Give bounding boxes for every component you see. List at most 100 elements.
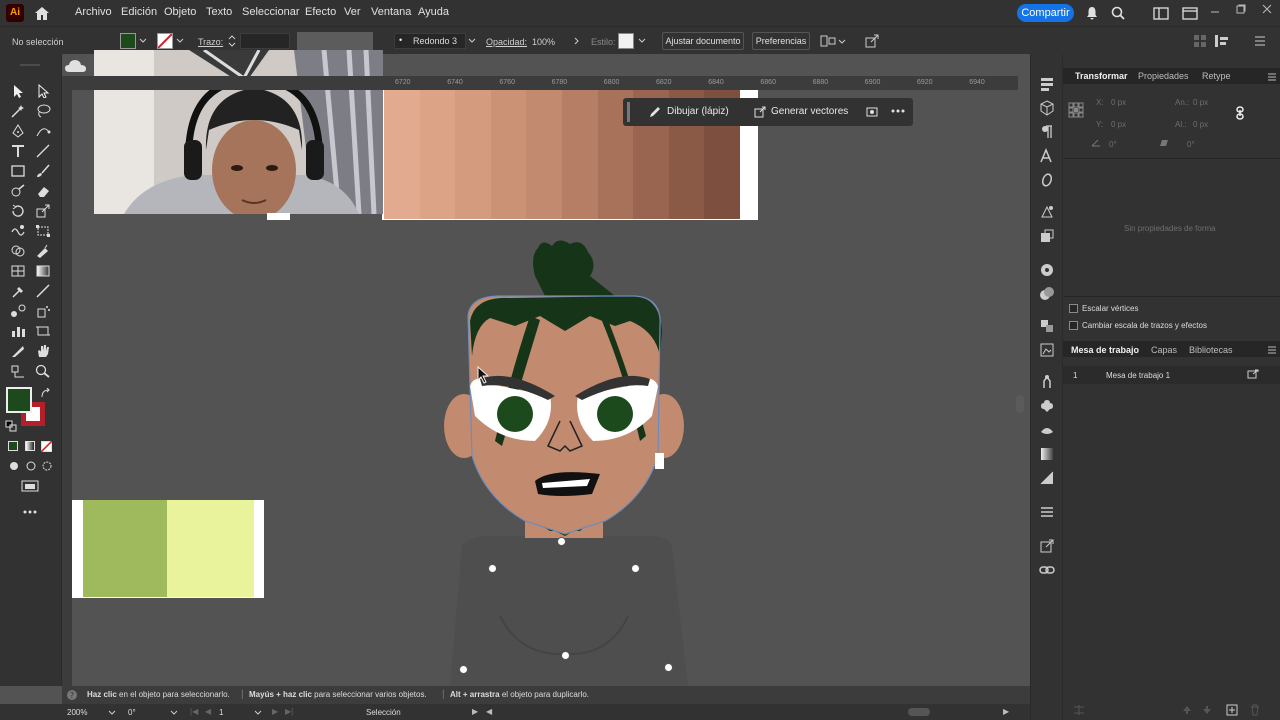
chevron-down-icon[interactable]	[170, 710, 178, 715]
scale-vertices-checkbox[interactable]	[1069, 304, 1078, 313]
menu-archivo[interactable]: Archivo	[75, 6, 112, 18]
menu-ver[interactable]: Ver	[344, 6, 361, 18]
tab-retype[interactable]: Retype	[1202, 71, 1231, 81]
shape-builder-icon[interactable]	[10, 244, 26, 258]
swatch-yellow[interactable]	[167, 500, 254, 597]
swatch-green[interactable]	[83, 500, 167, 597]
help-icon[interactable]: ?	[66, 689, 78, 701]
tab-transformar[interactable]: Transformar	[1075, 71, 1128, 81]
grid-icon[interactable]	[1193, 34, 1207, 48]
fill-color-box[interactable]	[6, 387, 32, 413]
color-guide-icon[interactable]	[1039, 262, 1055, 278]
stroke-weight-input[interactable]	[240, 33, 290, 49]
menu-objeto[interactable]: Objeto	[164, 6, 196, 18]
chevron-down-icon[interactable]	[139, 38, 147, 44]
live-paint-icon[interactable]	[35, 244, 51, 258]
skin-swatch[interactable]	[526, 90, 563, 219]
chevron-down-icon[interactable]	[638, 38, 646, 44]
shear-value[interactable]: 0°	[1187, 140, 1195, 149]
skin-swatch[interactable]	[562, 90, 598, 219]
symbol-sprayer-icon[interactable]	[35, 304, 51, 318]
panel-collapse-icon[interactable]	[0, 59, 62, 71]
brushes-icon[interactable]	[1039, 422, 1055, 438]
artboard-options-icon[interactable]	[1247, 369, 1259, 379]
tab-capas[interactable]: Capas	[1151, 345, 1177, 355]
3d-icon[interactable]	[1039, 100, 1055, 116]
adjust-document-button[interactable]: Ajustar documento	[662, 32, 744, 50]
new-artboard-icon[interactable]	[1226, 704, 1238, 716]
next-artboard-icon[interactable]: ▶	[272, 707, 278, 716]
mode-next-icon[interactable]: ▶	[472, 707, 478, 716]
paragraph-icon[interactable]	[1039, 124, 1055, 140]
distribute-icon[interactable]	[1214, 34, 1230, 48]
anchor-handle[interactable]	[557, 537, 566, 546]
chevron-down-icon[interactable]	[108, 710, 116, 715]
column-graph-icon[interactable]	[10, 324, 26, 338]
type-tool-icon[interactable]	[10, 144, 26, 158]
stroke-swatch[interactable]	[157, 33, 173, 49]
panel-menu-icon[interactable]	[1254, 35, 1266, 47]
more-tools-icon[interactable]	[22, 509, 38, 515]
tab-mesa-de-trabajo[interactable]: Mesa de trabajo	[1071, 345, 1139, 355]
opentype-icon[interactable]	[1039, 172, 1055, 188]
tab-bibliotecas[interactable]: Bibliotecas	[1189, 345, 1233, 355]
first-artboard-icon[interactable]: |◀	[190, 707, 198, 716]
anchor-handle[interactable]	[488, 564, 497, 573]
horizontal-scrollbar[interactable]	[908, 708, 930, 716]
image-trace-icon[interactable]	[1039, 342, 1055, 358]
magic-wand-icon[interactable]	[10, 104, 26, 118]
pen-tool-icon[interactable]	[10, 124, 26, 138]
chevron-down-icon[interactable]	[176, 38, 184, 44]
drag-handle[interactable]	[627, 102, 630, 122]
draw-normal-icon[interactable]	[8, 460, 20, 472]
menu-texto[interactable]: Texto	[206, 6, 232, 18]
style-swatch[interactable]	[618, 33, 634, 49]
more-options-icon[interactable]	[891, 109, 905, 113]
anchor-handle[interactable]	[459, 665, 468, 674]
last-artboard-icon[interactable]: ▶|	[285, 707, 293, 716]
free-transform-icon[interactable]	[35, 224, 51, 238]
scale-tool-icon[interactable]	[35, 204, 51, 218]
menu-edicion[interactable]: Edición	[121, 6, 157, 18]
gradient-tool-icon[interactable]	[35, 264, 51, 278]
character-icon[interactable]	[1039, 148, 1055, 164]
stepper-icon[interactable]	[228, 34, 236, 48]
previous-artboard-icon[interactable]: ◀	[205, 707, 211, 716]
menu-efecto[interactable]: Efecto	[305, 6, 336, 18]
export-icon[interactable]	[1039, 538, 1055, 554]
lasso-icon[interactable]	[35, 104, 51, 118]
links-icon[interactable]	[1039, 562, 1055, 578]
line-tool-icon[interactable]	[35, 144, 51, 158]
isolate-icon[interactable]	[865, 34, 879, 48]
chevron-down-icon[interactable]	[254, 710, 262, 715]
draw-behind-icon[interactable]	[25, 460, 37, 472]
home-icon[interactable]	[32, 4, 52, 22]
fill-swatch[interactable]	[120, 33, 136, 49]
eraser-tool-icon[interactable]	[35, 184, 51, 198]
gradient-panel-icon[interactable]	[1039, 446, 1055, 462]
print-tiling-icon[interactable]	[10, 364, 26, 378]
stroke-panel-icon[interactable]	[1039, 504, 1055, 520]
selection-tool-icon[interactable]	[10, 84, 26, 98]
chevron-down-icon[interactable]	[468, 38, 476, 44]
artboard-number[interactable]: 1	[219, 708, 223, 717]
none-mode-icon[interactable]	[41, 441, 52, 452]
height-value[interactable]: 0 px	[1193, 120, 1208, 129]
opacity-label[interactable]: Opacidad:	[486, 37, 527, 47]
swap-colors-icon[interactable]	[40, 388, 52, 400]
puppet-warp-icon[interactable]	[1039, 374, 1055, 390]
draw-pencil-button[interactable]: Dibujar (lápiz)	[667, 106, 729, 117]
skin-swatch[interactable]	[384, 90, 420, 219]
stroke-label[interactable]: Trazo:	[198, 37, 223, 47]
taskbar-settings-icon[interactable]	[866, 106, 878, 118]
warp-tool-icon[interactable]	[10, 224, 26, 238]
zoom-value[interactable]: 200%	[67, 708, 87, 717]
hand-tool-icon[interactable]	[35, 344, 51, 358]
scroll-left-icon[interactable]: ◀	[486, 707, 492, 716]
artboard-row-name[interactable]: Mesa de trabajo 1	[1106, 371, 1170, 380]
graphic-styles-icon[interactable]	[1039, 228, 1055, 244]
measure-tool-icon[interactable]	[35, 284, 51, 298]
rotation-value[interactable]: 0°	[128, 708, 136, 717]
delete-artboard-icon[interactable]	[1249, 704, 1261, 716]
align-icon[interactable]	[820, 34, 846, 48]
